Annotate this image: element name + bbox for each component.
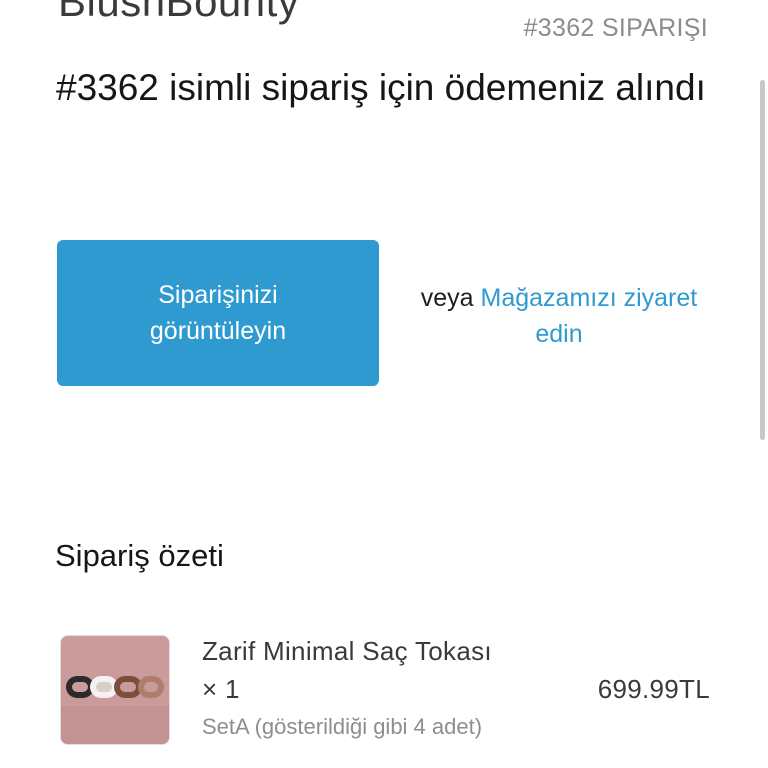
order-confirmation-page: BlushBounty #3362 SIPARIŞI #3362 isimli … <box>0 0 768 768</box>
store-logo-text: BlushBounty <box>58 0 300 25</box>
page-title: #3362 isimli sipariş için ödemeniz alınd… <box>56 67 706 108</box>
hair-clips-icon <box>61 636 169 744</box>
vertical-scrollbar[interactable] <box>760 80 765 440</box>
product-price: 699.99TL <box>597 674 710 704</box>
alternate-action: veya Mağazamızı ziyaret edin <box>400 280 718 352</box>
view-order-button[interactable]: Siparişinizi görüntüleyin <box>57 240 379 386</box>
product-thumbnail <box>60 635 170 745</box>
visit-store-link[interactable]: Mağazamızı ziyaret edin <box>481 284 698 348</box>
view-order-button-label: Siparişinizi görüntüleyin <box>149 281 287 345</box>
order-number-tag: #3362 SIPARIŞI <box>523 14 708 42</box>
product-name: Zarif Minimal Saç Tokası × 1 <box>202 636 492 704</box>
or-text: veya <box>420 284 474 312</box>
order-summary-title: Sipariş özeti <box>55 538 224 573</box>
product-variant: SetA (gösterildiği gibi 4 adet) <box>202 714 483 739</box>
